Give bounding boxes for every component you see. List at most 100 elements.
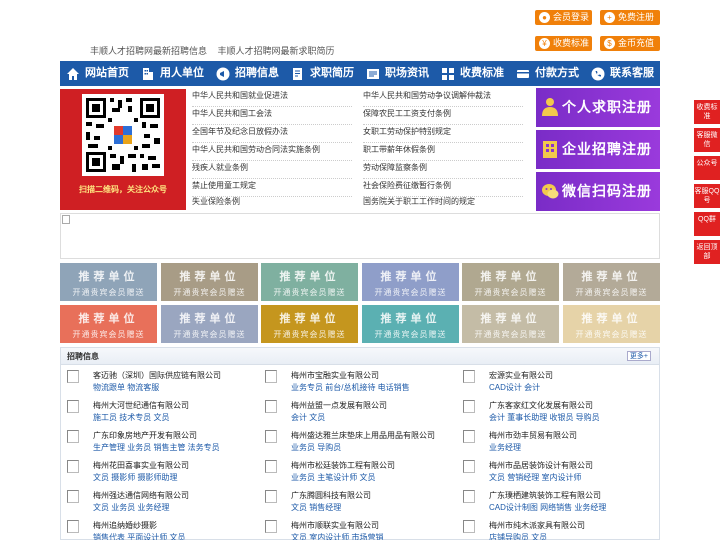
company-item[interactable]: 梅州市宝融实业有限公司 业务专员 前台/总机接待 电话销售: [262, 368, 458, 394]
latest-jobs-link[interactable]: 丰顺人才招聘网最新招聘信息: [90, 46, 207, 56]
personal-register-button[interactable]: 个人求职注册: [536, 88, 660, 127]
recommend-tile[interactable]: 推荐单位 开通贵宾会员赠送: [362, 263, 459, 301]
recommend-tile[interactable]: 推荐单位 开通贵宾会员赠送: [261, 305, 358, 343]
company-posts[interactable]: 会计 董事长助理 收银员 导购员: [489, 412, 600, 423]
latest-resumes-link[interactable]: 丰顺人才招聘网最新求职简历: [218, 46, 335, 56]
company-posts[interactable]: 文员 室内设计师 市场营销: [291, 532, 383, 540]
company-posts[interactable]: 店铺导购员 文员: [489, 532, 547, 540]
nav-pricing[interactable]: 收费标准: [435, 61, 510, 86]
company-name[interactable]: 梅州益盟一点发展有限公司: [291, 400, 387, 411]
company-item[interactable]: 梅州追纳婚纱摄影 销售代表 平面设计师 文员: [64, 518, 260, 540]
recommend-tile[interactable]: 推荐单位 开通贵宾会员赠送: [60, 305, 157, 343]
company-posts[interactable]: 文员 销售经理: [291, 502, 341, 513]
company-posts[interactable]: 业务员 主笔设计师 文员: [291, 472, 375, 483]
register-button[interactable]: + 免费注册: [600, 10, 660, 25]
company-posts[interactable]: CAD设计制图 网络销售 业务经理: [489, 502, 606, 513]
company-posts[interactable]: 文员 摄影师 摄影师助理: [93, 472, 177, 483]
recommend-tile[interactable]: 推荐单位 开通贵宾会员赠送: [261, 263, 358, 301]
law-link[interactable]: 中华人民共和国劳动合同法实施条例: [192, 143, 352, 161]
wechat-register-button[interactable]: 微信扫码注册: [536, 172, 660, 211]
company-item[interactable]: 梅州市品居装饰设计有限公司 文员 营销经理 室内设计师: [460, 458, 656, 484]
nav-jobs[interactable]: 招聘信息: [210, 61, 285, 86]
company-item[interactable]: 广东璞栖建筑装饰工程有限公司 CAD设计制图 网络销售 业务经理: [460, 488, 656, 514]
side-official-account-button[interactable]: 公众号: [694, 156, 720, 180]
recommend-tile[interactable]: 推荐单位 开通贵宾会员赠送: [462, 305, 559, 343]
company-name[interactable]: 梅州强达通信网络有限公司: [93, 490, 189, 501]
law-link[interactable]: 保障农民工工资支付条例: [363, 107, 523, 125]
company-item[interactable]: 广东客家红文化发展有限公司 会计 董事长助理 收银员 导购员: [460, 398, 656, 424]
company-name[interactable]: 梅州市劲丰贸易有限公司: [489, 430, 577, 441]
company-name[interactable]: 梅州花田喜事实业有限公司: [93, 460, 189, 471]
company-posts[interactable]: 业务员 导购员: [291, 442, 341, 453]
law-link[interactable]: 中华人民共和国劳动争议调解仲裁法: [363, 89, 523, 107]
law-link[interactable]: 劳动保障监察条例: [363, 161, 523, 179]
company-item[interactable]: 梅州盛达雅兰床垫床上用品用品有限公司 业务员 导购员: [262, 428, 458, 454]
company-item[interactable]: 梅州市顺联实业有限公司 文员 室内设计师 市场营销: [262, 518, 458, 540]
law-link[interactable]: 全国年节及纪念日放假办法: [192, 125, 352, 143]
company-name[interactable]: 梅州市纯木派家具有限公司: [489, 520, 585, 531]
recommend-tile[interactable]: 推荐单位 开通贵宾会员赠送: [563, 263, 660, 301]
nav-employers[interactable]: 用人单位: [135, 61, 210, 86]
company-item[interactable]: 梅州市劲丰贸易有限公司 业务经理: [460, 428, 656, 454]
nav-news[interactable]: 职场资讯: [360, 61, 435, 86]
side-wechat-button[interactable]: 客服微信: [694, 128, 720, 152]
company-item[interactable]: 广东印象房地产开发有限公司 生产管理 业务员 销售主管 法务专员: [64, 428, 260, 454]
recommend-tile[interactable]: 推荐单位 开通贵宾会员赠送: [60, 263, 157, 301]
recharge-button[interactable]: $ 金币充值: [600, 36, 660, 51]
company-item[interactable]: 梅州市松廷装饰工程有限公司 业务员 主笔设计师 文员: [262, 458, 458, 484]
company-name[interactable]: 梅州市顺联实业有限公司: [291, 520, 379, 531]
company-name[interactable]: 广东印象房地产开发有限公司: [93, 430, 197, 441]
company-item[interactable]: 广东腾圆科技有限公司 文员 销售经理: [262, 488, 458, 514]
nav-payment[interactable]: 付款方式: [510, 61, 585, 86]
company-item[interactable]: 梅州强达通信网络有限公司 文员 业务员 业务经理: [64, 488, 260, 514]
side-qq-button[interactable]: 客服QQ号: [694, 184, 720, 208]
law-link[interactable]: 职工带薪年休假条例: [363, 143, 523, 161]
company-item[interactable]: 宏源实业有限公司 CAD设计 会计: [460, 368, 656, 394]
nav-home[interactable]: 网站首页: [60, 61, 135, 86]
law-link[interactable]: 中华人民共和国工会法: [192, 107, 352, 125]
company-item[interactable]: 梅州大河世纪通信有限公司 施工员 技术专员 文员: [64, 398, 260, 424]
recommend-tile[interactable]: 推荐单位 开通贵宾会员赠送: [563, 305, 660, 343]
company-name[interactable]: 梅州追纳婚纱摄影: [93, 520, 157, 531]
law-link[interactable]: 国务院关于职工工作时间的规定: [363, 195, 523, 213]
more-button[interactable]: 更多+: [626, 351, 651, 361]
company-posts[interactable]: 业务专员 前台/总机接待 电话销售: [291, 382, 410, 393]
company-posts[interactable]: 销售代表 平面设计师 文员: [93, 532, 185, 540]
company-posts[interactable]: 生产管理 业务员 销售主管 法务专员: [93, 442, 220, 453]
recommend-tile[interactable]: 推荐单位 开通贵宾会员赠送: [362, 305, 459, 343]
recommend-tile[interactable]: 推荐单位 开通贵宾会员赠送: [161, 263, 258, 301]
law-link[interactable]: 女职工劳动保护特别规定: [363, 125, 523, 143]
company-posts[interactable]: 会计 文员: [291, 412, 325, 423]
company-name[interactable]: 广东璞栖建筑装饰工程有限公司: [489, 490, 601, 501]
company-posts[interactable]: 物流跟单 物流客服: [93, 382, 159, 393]
company-posts[interactable]: CAD设计 会计: [489, 382, 540, 393]
company-name[interactable]: 宏源实业有限公司: [489, 370, 553, 381]
law-link[interactable]: 失业保险条例: [192, 195, 352, 213]
login-button[interactable]: ● 会员登录: [535, 10, 592, 25]
nav-resumes[interactable]: 求职简历: [285, 61, 360, 86]
ad-banner[interactable]: [60, 213, 660, 259]
company-name[interactable]: 梅州大河世纪通信有限公司: [93, 400, 189, 411]
company-name[interactable]: 梅州盛达雅兰床垫床上用品用品有限公司: [291, 430, 435, 441]
company-name[interactable]: 客迈驰（深圳）国际供应链有限公司: [93, 370, 221, 381]
back-to-top-button[interactable]: 返回顶部: [694, 240, 720, 264]
company-posts[interactable]: 业务经理: [489, 442, 521, 453]
company-posts[interactable]: 文员 营销经理 室内设计师: [489, 472, 581, 483]
company-name[interactable]: 广东客家红文化发展有限公司: [489, 400, 593, 411]
side-qq-group-button[interactable]: QQ群: [694, 212, 720, 236]
pricing-button[interactable]: ¥ 收费标准: [535, 36, 592, 51]
company-name[interactable]: 梅州市宝融实业有限公司: [291, 370, 379, 381]
nav-contact[interactable]: 联系客服: [585, 61, 660, 86]
company-item[interactable]: 梅州花田喜事实业有限公司 文员 摄影师 摄影师助理: [64, 458, 260, 484]
law-link[interactable]: 残疾人就业条例: [192, 161, 352, 179]
company-posts[interactable]: 施工员 技术专员 文员: [93, 412, 169, 423]
recommend-tile[interactable]: 推荐单位 开通贵宾会员赠送: [462, 263, 559, 301]
law-link[interactable]: 中华人民共和国就业促进法: [192, 89, 352, 107]
enterprise-register-button[interactable]: 企业招聘注册: [536, 130, 660, 169]
company-item[interactable]: 梅州益盟一点发展有限公司 会计 文员: [262, 398, 458, 424]
company-item[interactable]: 梅州市纯木派家具有限公司 店铺导购员 文员: [460, 518, 656, 540]
company-item[interactable]: 客迈驰（深圳）国际供应链有限公司 物流跟单 物流客服: [64, 368, 260, 394]
side-pricing-button[interactable]: 收费标准: [694, 100, 720, 124]
recommend-tile[interactable]: 推荐单位 开通贵宾会员赠送: [161, 305, 258, 343]
company-name[interactable]: 梅州市松廷装饰工程有限公司: [291, 460, 395, 471]
